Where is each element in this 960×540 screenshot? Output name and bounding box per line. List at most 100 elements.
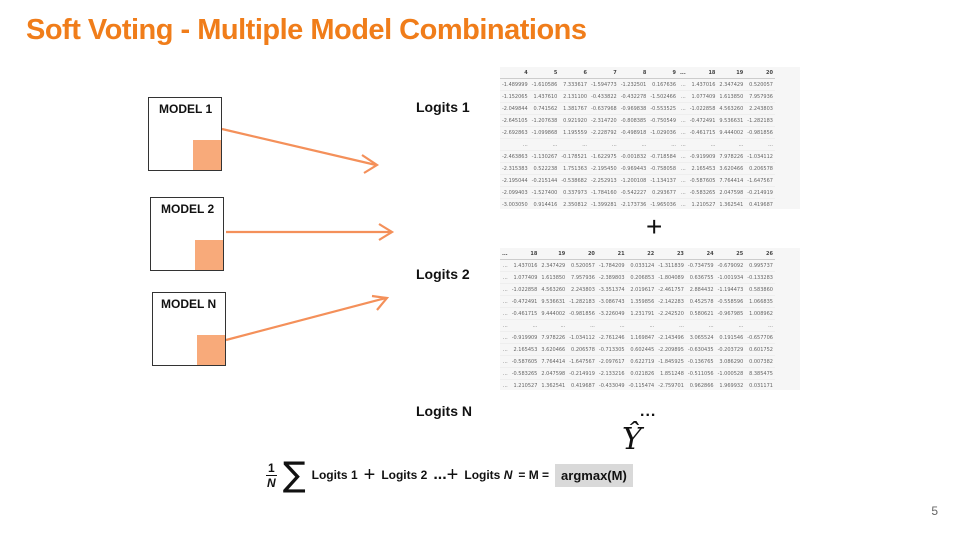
logits-2-label: Logits 2: [416, 266, 470, 282]
table-header-cell: 7: [589, 67, 619, 79]
table-cell: -0.214919: [567, 367, 597, 380]
table-cell: -0.919909: [687, 150, 718, 163]
logits-2-table: ... 18 19 20 21 22 23 24 25 26... 1.437016 2.347429…: [500, 248, 775, 390]
table-cell: ...: [678, 78, 688, 91]
table-cell: -1.000528: [715, 367, 746, 380]
table-cell: -0.718584: [648, 150, 679, 163]
table-cell: ...: [567, 319, 597, 332]
table-cell: -1.502466: [648, 90, 679, 103]
formula-equals: = M =: [518, 468, 550, 482]
table-cell: -0.498918: [618, 126, 649, 139]
table-cell: 0.914416: [529, 198, 560, 209]
table-row: -2.195044 -0.215144 -0.538682 -2.252913 -1.2…: [500, 174, 775, 187]
table-cell: -0.432278: [618, 90, 649, 103]
table-cell: -2.463863: [500, 150, 530, 163]
table-cell: 0.520057: [745, 78, 775, 91]
table-row: -1.152065 1.437610 2.131100 -0.433822 -0.432…: [500, 90, 775, 103]
table-cell: 0.007382: [745, 355, 775, 368]
table-header-cell: 5: [529, 67, 560, 79]
table-row: ... 1.210527 1.362541 0.419687 -0.433049 -0.1…: [500, 379, 775, 390]
table-cell: 4.563260: [539, 283, 568, 296]
logits-1-table: 4 5 6 7 8 9... 18 19 20 -1.489999 -1.610586 7.33361…: [500, 67, 775, 209]
table-cell: 0.293677: [648, 186, 679, 199]
table-cell: -0.472491: [509, 295, 540, 308]
table-cell: -2.692863: [500, 126, 530, 139]
table-row: ..............................: [500, 319, 775, 332]
table-cell: ...: [678, 198, 688, 209]
table-cell: ...: [678, 102, 688, 115]
table-header-cell: 20: [745, 67, 775, 79]
fraction-numerator: 1: [266, 460, 277, 476]
table-cell: 0.031171: [745, 379, 775, 390]
table-cell: 4.563260: [717, 102, 746, 115]
table-cell: -0.981856: [567, 307, 597, 320]
table-row: ... 2.165453 3.620466 0.206578 -0.713305 0.60…: [500, 343, 775, 356]
table-cell: 1.613850: [539, 271, 568, 284]
table-cell: -3.003050: [500, 198, 530, 209]
table-row: ... -1.022858 4.563260 2.243803 -3.351374 2.0…: [500, 283, 775, 296]
table-cell: 1.077409: [509, 271, 540, 284]
table-cell: -2.252913: [589, 174, 619, 187]
table-cell: -1.034112: [567, 331, 597, 344]
table-cell: 1.437016: [687, 78, 718, 91]
table-cell: -0.808385: [618, 114, 649, 127]
table-cell: -0.215144: [529, 174, 560, 187]
table-cell: -1.130267: [529, 150, 560, 163]
table-cell: ...: [589, 138, 619, 151]
table-cell: 3.086290: [715, 355, 746, 368]
table-cell: 7.978226: [539, 331, 568, 344]
table-cell: -0.587605: [687, 174, 718, 187]
table-cell: ...: [500, 283, 510, 296]
table-row: ... 1.077409 1.613850 7.957936 -2.389803 0.20…: [500, 271, 775, 284]
table-cell: -2.195044: [500, 174, 530, 187]
table-cell: -1.622975: [589, 150, 619, 163]
model-2-label: MODEL 2: [161, 202, 215, 216]
table-cell: 9.536631: [717, 114, 746, 127]
table-cell: ...: [500, 367, 510, 380]
table-cell: -0.511056: [685, 367, 716, 380]
table-cell: -0.583265: [509, 367, 540, 380]
table-cell: 0.520057: [567, 259, 597, 272]
table-cell: -0.919909: [509, 331, 540, 344]
table-cell: 0.337973: [559, 186, 590, 199]
table-cell: 0.419687: [567, 379, 597, 390]
table-cell: -0.433049: [596, 379, 627, 390]
model-n-box: MODEL N: [152, 292, 226, 366]
table-cell: 9.444002: [717, 126, 746, 139]
table-row: -2.692863 -1.099868 1.195559 -2.228792 -0.49…: [500, 126, 775, 139]
table-cell: 0.622719: [626, 355, 657, 368]
page-number: 5: [931, 504, 938, 518]
table-cell: -0.472491: [687, 114, 718, 127]
table-cell: -0.203729: [715, 343, 746, 356]
formula-term-3: Logits N: [464, 468, 512, 482]
table-cell: ...: [678, 162, 688, 175]
formula-term-3-prefix: Logits: [464, 468, 504, 482]
table-row: -2.049844 0.741562 1.381767 -0.637968 -0.969…: [500, 102, 775, 115]
table-cell: ...: [685, 319, 716, 332]
table-cell: 0.206853: [626, 271, 657, 284]
table-cell: 2.047598: [539, 367, 568, 380]
table-cell: ...: [500, 319, 510, 332]
table-header-cell: 19: [717, 67, 746, 79]
table-cell: 1.751363: [559, 162, 590, 175]
model-n-label: MODEL N: [161, 297, 217, 311]
table-cell: -1.282183: [567, 295, 597, 308]
formula-plus-1: +: [363, 463, 376, 486]
fraction-denominator: N: [267, 475, 276, 490]
table-cell: ...: [678, 138, 688, 151]
table-cell: ...: [500, 343, 510, 356]
table-cell: -2.761246: [596, 331, 627, 344]
table-cell: -1.594773: [589, 78, 619, 91]
table-cell: -2.133216: [596, 367, 627, 380]
table-cell: 0.021826: [626, 367, 657, 380]
table-cell: -0.433822: [589, 90, 619, 103]
table-row: -1.489999 -1.610586 7.333617 -1.594773 -1.23…: [500, 78, 775, 91]
logits-n-label: Logits N: [416, 403, 472, 419]
table-header-cell: 26: [745, 248, 775, 260]
formula-term-3-var: N: [503, 468, 513, 482]
logits-1-table-wrap: 4 5 6 7 8 9... 18 19 20 -1.489999 -1.610586 7.33361…: [500, 67, 800, 209]
table-cell: ...: [687, 138, 718, 151]
table-cell: 0.583860: [745, 283, 775, 296]
table-cell: -1.207638: [529, 114, 560, 127]
table-row: ... -0.587605 7.764414 -1.647567 -2.097617 0.…: [500, 355, 775, 368]
